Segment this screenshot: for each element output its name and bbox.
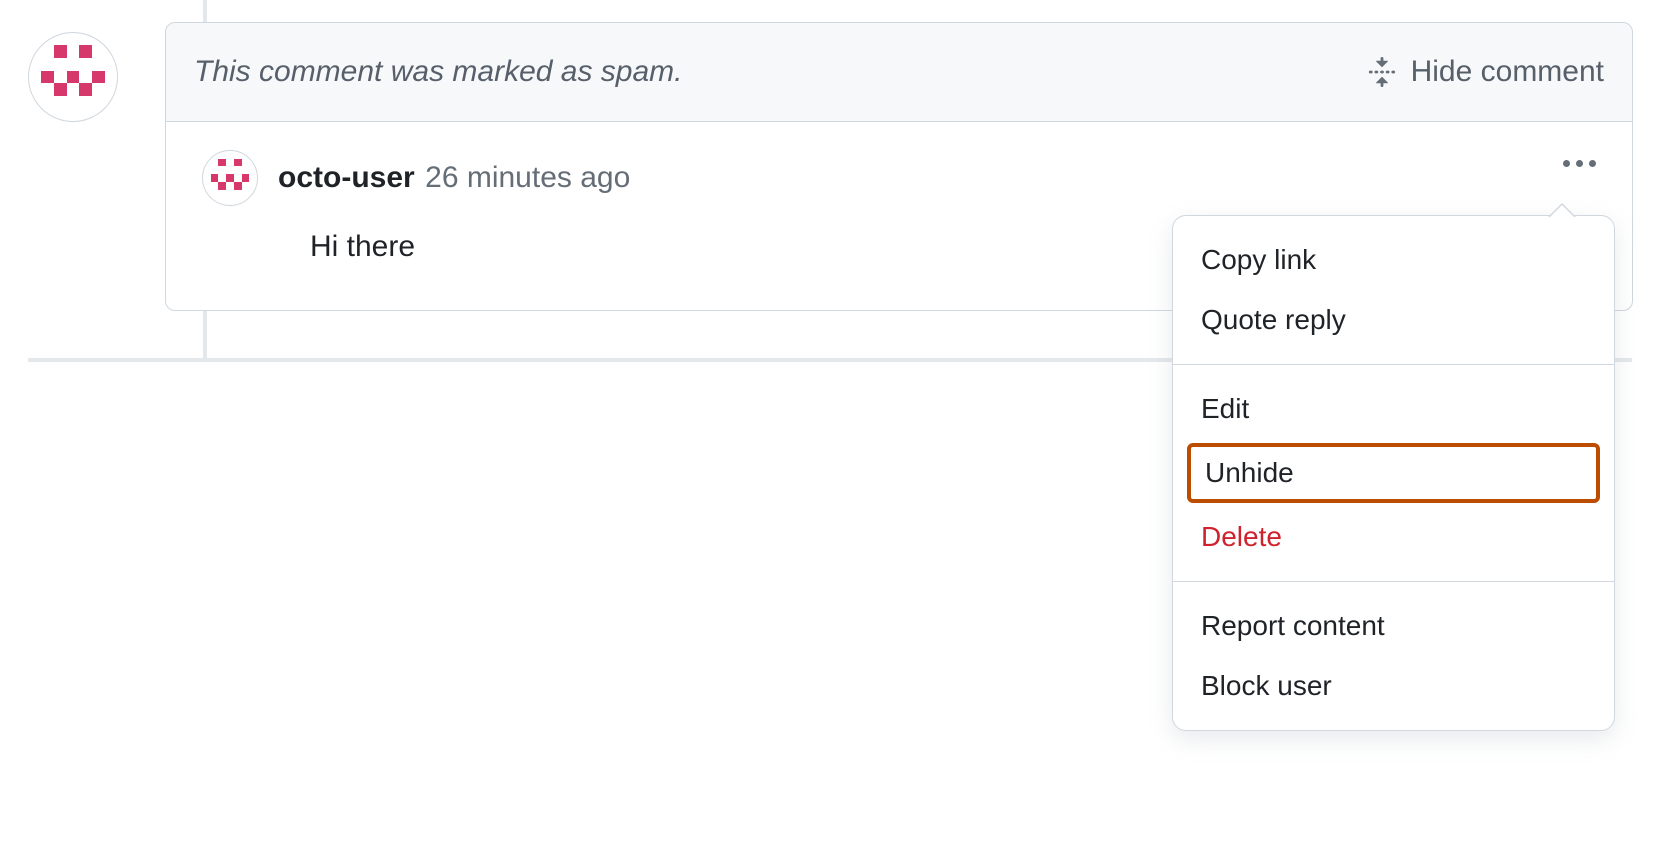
menu-item-quote-reply[interactable]: Quote reply [1173, 290, 1614, 350]
comment-header: octo-user 26 minutes ago [202, 150, 1596, 206]
menu-item-delete[interactable]: Delete [1173, 507, 1614, 567]
identicon-icon [29, 33, 117, 121]
comment-actions-kebab-button[interactable] [1563, 160, 1596, 167]
menu-item-block-user[interactable]: Block user [1173, 656, 1614, 716]
commenter-avatar-small[interactable] [202, 150, 258, 206]
kebab-icon [1563, 160, 1570, 167]
comment-timestamp[interactable]: 26 minutes ago [425, 161, 630, 194]
hide-comment-button[interactable]: Hide comment [1367, 55, 1604, 89]
fold-icon [1367, 57, 1397, 87]
kebab-icon [1589, 160, 1596, 167]
menu-item-copy-link[interactable]: Copy link [1173, 230, 1614, 290]
comment-actions-menu: Copy link Quote reply Edit Unhide Delete… [1172, 215, 1615, 731]
hide-comment-label: Hide comment [1411, 55, 1604, 89]
comment-author-link[interactable]: octo-user [278, 161, 415, 194]
identicon-icon [203, 151, 257, 205]
menu-item-report-content[interactable]: Report content [1173, 596, 1614, 656]
spam-status-text: This comment was marked as spam. [194, 55, 682, 89]
commenter-avatar-large[interactable] [28, 32, 118, 122]
dropdown-caret-icon [1548, 203, 1576, 217]
kebab-icon [1576, 160, 1583, 167]
menu-item-unhide[interactable]: Unhide [1187, 443, 1600, 503]
spam-status-banner: This comment was marked as spam. Hide co… [165, 22, 1633, 122]
menu-item-edit[interactable]: Edit [1173, 379, 1614, 439]
